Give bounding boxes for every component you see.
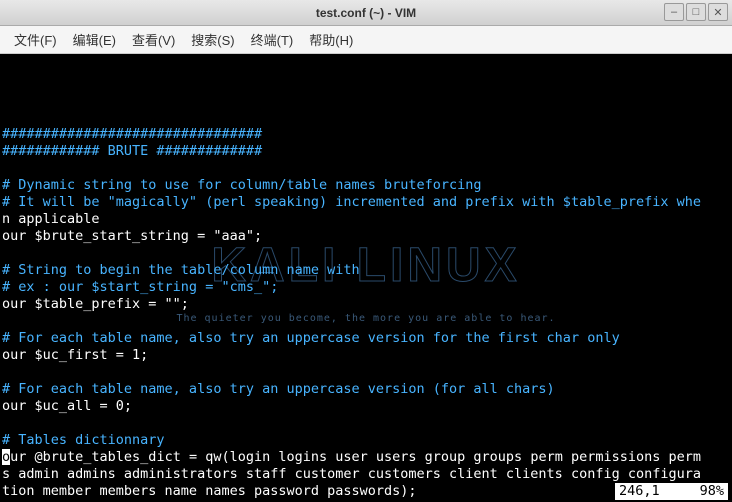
menu-help[interactable]: 帮助(H) (303, 28, 359, 51)
menubar: 文件(F) 编辑(E) 查看(V) 搜索(S) 终端(T) 帮助(H) (0, 26, 732, 54)
editor-line: # For each table name, also try an upper… (2, 381, 730, 398)
close-button[interactable]: ✕ (708, 3, 728, 21)
menu-search[interactable]: 搜索(S) (185, 28, 240, 51)
menu-file[interactable]: 文件(F) (8, 28, 63, 51)
editor-line: # It will be "magically" (perl speaking)… (2, 194, 730, 211)
editor-line: ################################ (2, 126, 730, 143)
editor-line: # Tables dictionnary (2, 432, 730, 449)
maximize-button[interactable]: □ (686, 3, 706, 21)
menu-terminal[interactable]: 终端(T) (245, 28, 300, 51)
editor-line: tion member members name names password … (2, 483, 730, 500)
editor-line (2, 415, 730, 432)
editor-line: our @brute_tables_dict = qw(login logins… (2, 449, 730, 466)
editor-line (2, 160, 730, 177)
minimize-button[interactable]: – (664, 3, 684, 21)
editor-line: our $uc_all = 0; (2, 398, 730, 415)
editor-line (2, 313, 730, 330)
editor-line: # For each table name, also try an upper… (2, 330, 730, 347)
editor-line: our $uc_first = 1; (2, 347, 730, 364)
editor-line: n applicable (2, 211, 730, 228)
editor-line: # Dynamic string to use for column/table… (2, 177, 730, 194)
window-controls: – □ ✕ (664, 3, 728, 21)
terminal-area[interactable]: KALI LINUX The quieter you become, the m… (0, 54, 732, 502)
menu-edit[interactable]: 编辑(E) (67, 28, 122, 51)
menu-view[interactable]: 查看(V) (126, 28, 181, 51)
editor-line: ############ BRUTE ############# (2, 143, 730, 160)
editor-line: our $brute_start_string = "aaa"; (2, 228, 730, 245)
editor-line (2, 109, 730, 126)
cursor: o (2, 449, 10, 465)
editor-line: # ex : our $start_string = "cms_"; (2, 279, 730, 296)
editor-line: # String to begin the table/column name … (2, 262, 730, 279)
editor-line: our $table_prefix = ""; (2, 296, 730, 313)
titlebar: test.conf (~) - VIM – □ ✕ (0, 0, 732, 26)
editor-content: ########################################… (2, 109, 730, 500)
window-title: test.conf (~) - VIM (316, 6, 416, 20)
editor-line (2, 245, 730, 262)
editor-line: s admin admins administrators staff cust… (2, 466, 730, 483)
editor-line (2, 364, 730, 381)
